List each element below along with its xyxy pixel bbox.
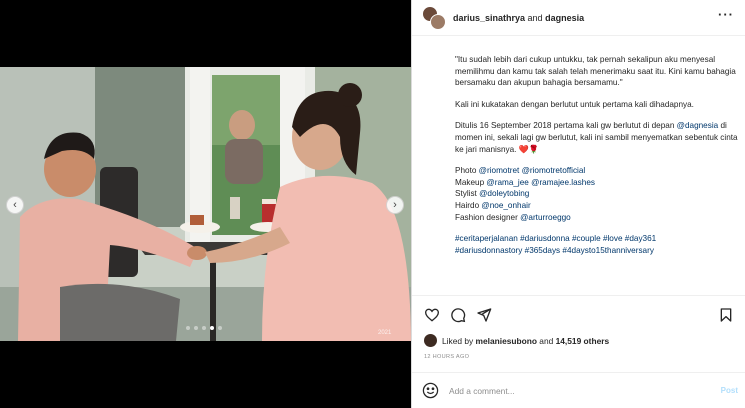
photo-watermark: 2021 bbox=[378, 330, 392, 336]
mention-link[interactable]: @riomotretofficial bbox=[522, 166, 586, 175]
mention-link[interactable]: @dagnesia bbox=[677, 121, 719, 130]
caption-paragraph: Kali ini kukatakan dengan berlutut untuk… bbox=[455, 99, 694, 109]
credit-label: Photo bbox=[455, 166, 479, 176]
caption-paragraph: Ditulis 16 September 2018 pertama kali g… bbox=[455, 120, 740, 155]
chevron-right-icon: › bbox=[393, 198, 397, 211]
comment-bar: Post bbox=[412, 372, 745, 408]
mention-link[interactable]: @arturroeggo bbox=[520, 213, 571, 222]
likes-and: and bbox=[539, 335, 554, 346]
carousel-dot-active bbox=[210, 326, 214, 330]
post-authors: darius_sinathrya and dagnesia bbox=[453, 13, 584, 23]
mention-link[interactable]: @ramajee.lashes bbox=[531, 178, 595, 187]
likes-prefix: Liked by bbox=[442, 335, 474, 346]
author-username[interactable]: darius_sinathrya bbox=[453, 13, 525, 23]
mention-link[interactable]: @riomotret bbox=[479, 166, 520, 175]
action-bar bbox=[412, 295, 745, 335]
emoji-text: ❤️🌹 bbox=[518, 144, 540, 154]
likes-count-link[interactable]: 14,519 others bbox=[556, 336, 610, 346]
credits-block: Photo @riomotret @riomotretofficial Make… bbox=[455, 165, 740, 223]
heart-icon[interactable] bbox=[424, 307, 440, 323]
comment-icon[interactable] bbox=[450, 307, 466, 323]
coauthor-username[interactable]: dagnesia bbox=[545, 13, 584, 23]
post-header: darius_sinathrya and dagnesia ··· bbox=[412, 0, 745, 36]
post-side-panel: darius_sinathrya and dagnesia ··· "Itu s… bbox=[411, 0, 745, 408]
photo-illustration bbox=[0, 67, 411, 341]
liker-username[interactable]: melaniesubono bbox=[476, 336, 537, 346]
collab-avatars[interactable] bbox=[422, 5, 446, 30]
avatar[interactable] bbox=[424, 334, 437, 347]
carousel-indicator bbox=[186, 326, 222, 330]
chevron-left-icon: ‹ bbox=[13, 198, 17, 211]
carousel-dot bbox=[186, 326, 190, 330]
caption-text: Ditulis 16 September 2018 pertama kali g… bbox=[455, 121, 677, 131]
previous-photo-button[interactable]: ‹ bbox=[6, 196, 24, 214]
post-photo[interactable]: 2021 bbox=[0, 67, 411, 341]
credit-label: Stylist bbox=[455, 189, 480, 199]
mention-link[interactable]: @doleytobing bbox=[479, 189, 529, 198]
smile-icon[interactable] bbox=[422, 382, 439, 399]
carousel-dot bbox=[202, 326, 206, 330]
post-comment-button[interactable]: Post bbox=[721, 386, 738, 395]
likes-summary: Liked by melaniesubono and 14,519 others bbox=[424, 334, 609, 347]
bookmark-icon[interactable] bbox=[718, 307, 734, 323]
mention-link[interactable]: @rama_jee bbox=[486, 178, 528, 187]
credit-label: Hairdo bbox=[455, 200, 482, 210]
post-timestamp[interactable]: 12 HOURS AGO bbox=[424, 354, 469, 360]
credit-label: Makeup bbox=[455, 177, 487, 187]
credit-label: Fashion designer bbox=[455, 212, 521, 222]
avatar[interactable] bbox=[430, 13, 446, 30]
more-options-icon[interactable]: ··· bbox=[718, 8, 734, 21]
carousel-dot bbox=[218, 326, 222, 330]
hashtags-block: #ceritaperjalanan #dariusdonna #couple #… bbox=[455, 233, 740, 256]
carousel-dot bbox=[194, 326, 198, 330]
mention-link[interactable]: @noe_onhair bbox=[481, 201, 530, 210]
authors-and-text: and bbox=[527, 12, 543, 23]
caption-paragraph: "Itu sudah lebih dari cukup untukku, tak… bbox=[455, 55, 736, 88]
post-media: 2021 ‹ › bbox=[0, 0, 411, 408]
hashtag-links[interactable]: #dariusdonnastory #365days #4daysto15tha… bbox=[455, 246, 654, 255]
hashtag-links[interactable]: #ceritaperjalanan #dariusdonna #couple #… bbox=[455, 234, 656, 243]
share-icon[interactable] bbox=[476, 307, 492, 323]
comment-input[interactable] bbox=[449, 384, 699, 398]
next-photo-button[interactable]: › bbox=[386, 196, 404, 214]
post-caption: "Itu sudah lebih dari cukup untukku, tak… bbox=[455, 54, 740, 256]
